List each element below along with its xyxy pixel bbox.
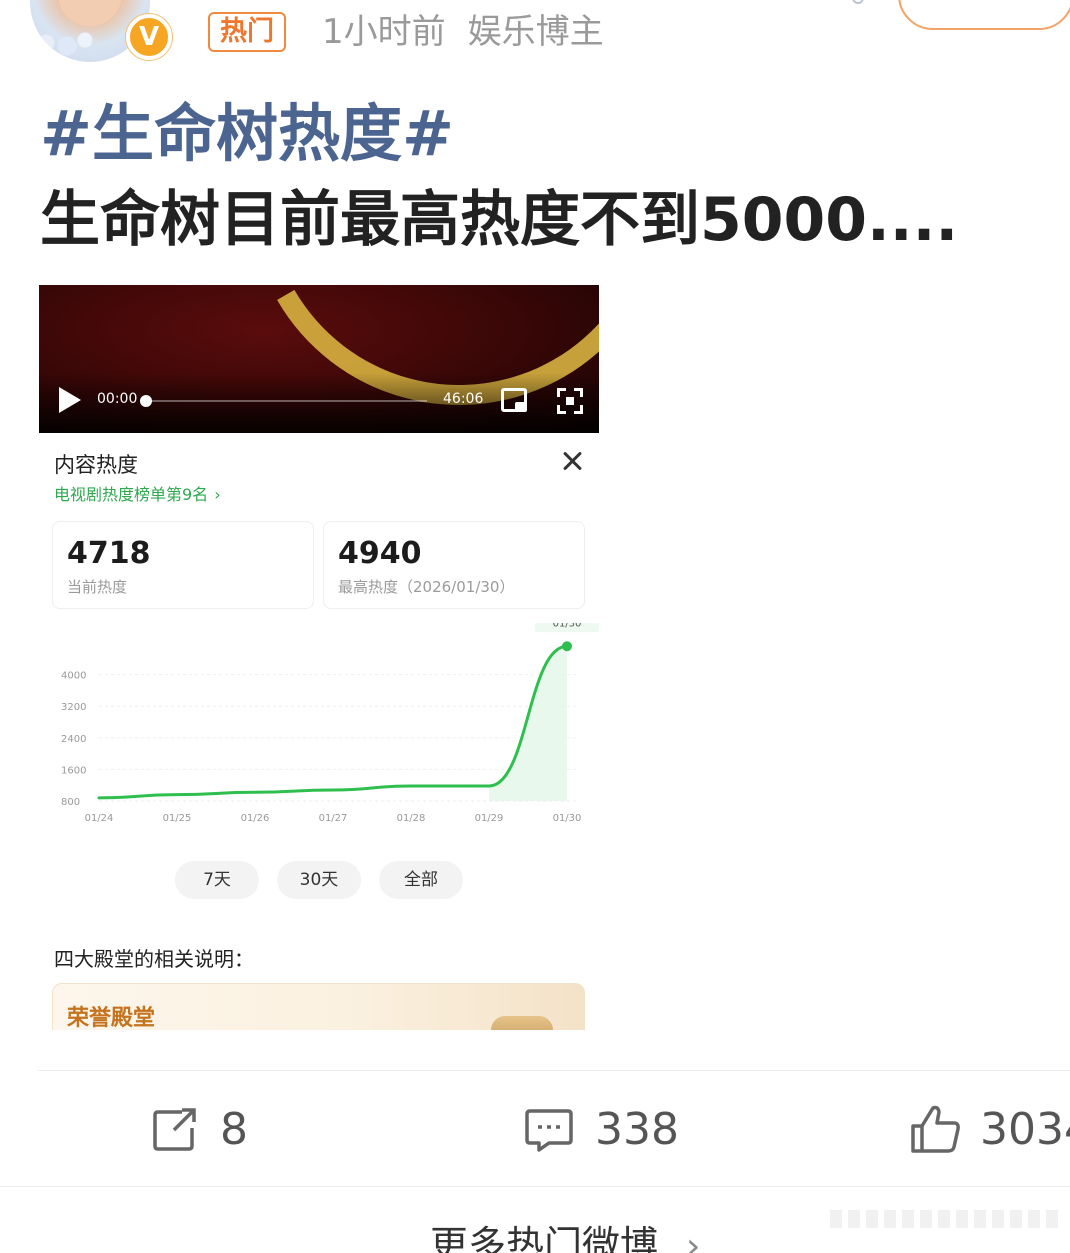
chart-x-tick-label: 01/24 [85,813,114,824]
chart-x-tick-label: 01/30 [553,813,582,824]
tab-all[interactable]: 全部 [379,861,463,899]
comment-button[interactable]: 338 [525,1100,695,1160]
chart-area-fill [489,646,567,801]
current-popularity-card: 4718 当前热度 [52,521,314,609]
divider [38,1070,1070,1071]
chart-x-tick-label: 01/27 [319,813,348,824]
thumbs-up-icon [911,1105,960,1153]
chart-series-line [97,644,569,800]
more-hot-posts-link[interactable]: 更多热门微博 › [430,1220,700,1253]
like-button[interactable]: 3034 [910,1100,1070,1160]
avatar-flowers [34,28,94,58]
halls-note-title: 四大殿堂的相关说明： [54,947,254,971]
tab-30-days[interactable]: 30天 [277,861,361,899]
video-current-time: 00:00 [97,391,138,407]
post-time: 1小时前 [322,12,446,52]
repost-icon [153,1108,196,1151]
comment-count: 338 [595,1104,679,1155]
chart-y-tick-label: 2400 [61,734,86,745]
repost-count: 8 [220,1104,248,1155]
verified-badge-icon: V [126,14,172,60]
chart-y-tick-label: 800 [61,797,80,808]
chevron-right-icon: › [686,1226,701,1253]
comment-icon [525,1109,573,1152]
chart-y-tick-label: 1600 [61,765,86,776]
peak-popularity-value: 4940 [338,536,422,571]
chart-y-tick-label: 3200 [61,702,86,713]
chart-x-tick-label: 01/26 [241,813,270,824]
avatar-face [58,0,122,26]
tab-7-days[interactable]: 7天 [175,861,259,899]
video-seek-handle[interactable] [140,395,152,407]
hot-badge: 热门 [208,12,286,52]
video-seek-bar[interactable] [145,400,427,402]
peak-popularity-label: 最高热度（2026/01/30） [338,578,515,596]
hashtag-link[interactable]: #生命树热度# [40,98,454,170]
peak-popularity-card: 4940 最高热度（2026/01/30） [323,521,585,609]
post-body-text: 生命树目前最高热度不到5000.... [40,185,959,255]
video-player[interactable]: 00:00 46:06 [39,285,599,433]
honor-hall-title: 荣誉殿堂 [67,1006,156,1030]
sheet-title: 内容热度 [54,453,138,477]
like-count: 3034 [980,1104,1070,1155]
chart-x-tick-label: 01/29 [475,813,504,824]
chart-data-point [562,641,572,652]
popularity-line-chart: 800 1600 2400 3200 4000 01/24 01/25 01/26 01/27 0… [61,623,599,824]
video-total-time: 46:06 [443,391,484,407]
play-icon[interactable] [59,387,81,413]
watermark [830,1210,1060,1228]
rank-link[interactable]: 电视剧热度榜单第9名 › [54,481,221,505]
chevron-right-icon: › [214,485,221,504]
trophy-icon [491,1016,553,1030]
more-hot-posts-label: 更多热门微博 [430,1223,659,1253]
fullscreen-icon[interactable] [557,388,583,414]
picture-in-picture-icon[interactable] [501,388,527,412]
rank-link-label: 电视剧热度榜单第9名 [54,485,209,504]
honor-hall-card[interactable]: 荣誉殿堂 [52,983,585,1030]
popularity-sheet: 内容热度 电视剧热度榜单第9名 › 4718 当前热度 4940 最高热度（202… [39,433,599,1030]
follow-button[interactable] [898,0,1070,30]
decoration-dot [852,0,864,4]
chart-x-tick-label: 01/25 [163,813,192,824]
chart-highlight-date: 01/30 [553,623,582,629]
repost-button[interactable]: 8 [152,1100,282,1160]
current-popularity-label: 当前热度 [67,578,128,596]
current-popularity-value: 4718 [67,536,151,571]
chart-y-tick-label: 4000 [61,671,86,682]
post-meta: 1小时前 娱乐博主 [322,6,604,58]
close-icon[interactable] [561,449,585,473]
post-source[interactable]: 娱乐博主 [468,12,604,52]
chart-x-tick-label: 01/28 [397,813,426,824]
divider [0,1186,1070,1187]
